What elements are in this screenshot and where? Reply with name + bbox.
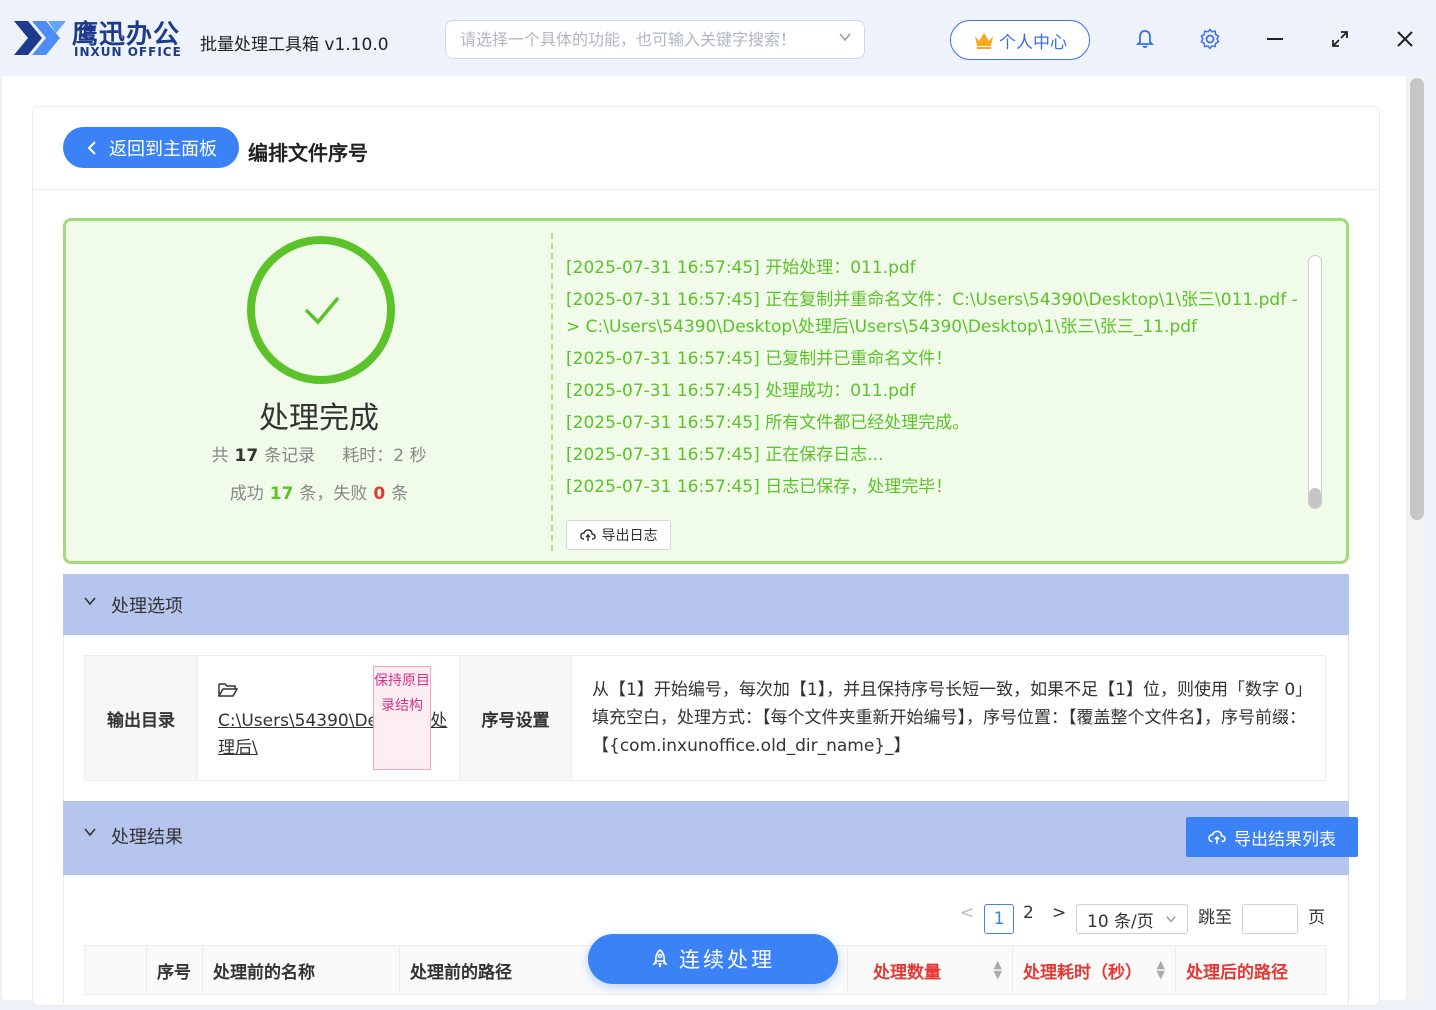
seq-setting-key: 序号设置 <box>460 656 572 780</box>
total-prefix: 共 <box>211 446 229 466</box>
header-divider <box>33 189 1379 190</box>
sort-icon[interactable]: ▲ ▼ <box>994 959 1002 980</box>
crown-icon <box>975 33 993 49</box>
minimize-icon[interactable] <box>1262 26 1288 52</box>
search-box[interactable] <box>445 20 865 59</box>
log-line: [2025-07-31 16:57:45] 所有文件都已经处理完成。 <box>566 413 970 433</box>
success-check-icon <box>247 236 395 384</box>
chevron-down-icon <box>1166 916 1176 923</box>
rocket-icon <box>652 949 668 968</box>
page-title: 编排文件序号 <box>248 141 368 165</box>
log-scrollbar-thumb[interactable] <box>1309 488 1321 508</box>
folder-open-icon <box>218 683 238 697</box>
window-scrollbar-thumb[interactable] <box>1410 78 1424 520</box>
column-header-sortable[interactable]: 处理数量 ▲ ▼ <box>863 946 1013 994</box>
gear-icon[interactable] <box>1197 26 1223 52</box>
success-prefix: 成功 <box>229 484 264 504</box>
options-section-label: 处理选项 <box>111 596 183 617</box>
options-section-header[interactable]: 处理选项 <box>63 574 1349 635</box>
sort-icon[interactable]: ▲ ▼ <box>1157 959 1165 980</box>
results-section-header[interactable]: 处理结果 导出结果列表 <box>63 801 1358 875</box>
back-to-dashboard-button[interactable]: 返回到主面板 <box>63 127 239 168</box>
brand-name-en: INXUN OFFICE <box>74 45 182 59</box>
jump-page-input[interactable] <box>1242 904 1298 934</box>
content-card: 返回到主面板 编排文件序号 处理完成 共 17 条记录 耗时：2 秒 成功 17 条，失… <box>32 106 1380 1006</box>
column-header-sortable[interactable]: 处理耗时（秒） ▲ ▼ <box>1013 946 1176 994</box>
chevron-left-icon <box>87 140 96 155</box>
status-panel: 处理完成 共 17 条记录 耗时：2 秒 成功 17 条，失败 0 条 [2025-07-3… <box>63 218 1349 564</box>
options-table: 输出目录 C:\Users\54390\Desktop\处理后\ 保持原目录结构… <box>84 655 1326 781</box>
log-line: [2025-07-31 16:57:45] 已复制并已重命名文件！ <box>566 349 953 369</box>
app-title: 批量处理工具箱 v1.10.0 <box>200 35 389 55</box>
output-dir-cell: C:\Users\54390\Desktop\处理后\ 保持原目录结构 <box>198 656 460 780</box>
seq-setting-cell: 从【1】开始编号，每次加【1】，并且保持序号长短一致，如果不足【1】位，则使用「… <box>572 656 1325 780</box>
chevron-down-icon[interactable] <box>83 594 97 608</box>
page-unit: 页 <box>1308 908 1325 928</box>
continue-label: 连续处理 <box>679 948 775 972</box>
page-size-value: 10 条/页 <box>1087 911 1154 932</box>
elapsed-time: 耗时：2 秒 <box>342 446 427 466</box>
cloud-upload-icon <box>579 529 596 541</box>
next-page-icon[interactable]: > <box>1052 903 1066 923</box>
cloud-upload-icon <box>1208 830 1226 844</box>
title-bar: 鹰迅办公 INXUN OFFICE 批量处理工具箱 v1.10.0 个人中心 <box>0 0 1436 76</box>
export-log-button[interactable]: 导出日志 <box>566 520 671 550</box>
output-dir-link[interactable]: C:\Users\54390\Desktop\处理后\ <box>218 708 447 762</box>
continue-processing-button[interactable]: 连续处理 <box>588 934 838 984</box>
results-section-label: 处理结果 <box>111 827 183 848</box>
back-label: 返回到主面板 <box>109 138 217 160</box>
log-line: [2025-07-31 16:57:45] 正在保存日志... <box>566 445 884 465</box>
log-scrollbar[interactable] <box>1308 255 1322 509</box>
main-panel: 返回到主面板 编排文件序号 处理完成 共 17 条记录 耗时：2 秒 成功 17 条，失… <box>2 76 1406 1006</box>
success-count: 17 <box>269 484 294 504</box>
user-center-label: 个人中心 <box>999 32 1067 53</box>
page-1[interactable]: 1 <box>984 904 1014 934</box>
maximize-icon[interactable] <box>1327 26 1353 52</box>
user-center-button[interactable]: 个人中心 <box>950 20 1090 60</box>
log-line: [2025-07-31 16:57:45] 正在复制并重命名文件：C:\User… <box>566 290 1298 337</box>
search-input[interactable] <box>446 21 816 58</box>
inxun-logo-icon <box>14 21 66 55</box>
fail-suffix: 条 <box>391 484 409 504</box>
log-line: [2025-07-31 16:57:45] 日志已保存，处理完毕！ <box>566 477 953 497</box>
status-title: 处理完成 <box>259 401 379 436</box>
seq-setting-desc: 从【1】开始编号，每次加【1】，并且保持序号长短一致，如果不足【1】位，则使用「… <box>592 680 1306 756</box>
column-header: 处理前的名称 <box>203 946 400 994</box>
column-header-label: 处理数量 <box>873 962 941 983</box>
bell-icon[interactable] <box>1132 26 1158 52</box>
column-header: 序号 <box>147 946 203 994</box>
export-results-label: 导出结果列表 <box>1234 829 1336 850</box>
record-stats: 共 17 条记录 耗时：2 秒 <box>66 441 572 466</box>
keep-structure-tag: 保持原目录结构 <box>373 666 431 770</box>
jump-label: 跳至 <box>1198 908 1232 928</box>
fail-count: 0 <box>373 484 386 504</box>
export-log-label: 导出日志 <box>601 528 658 544</box>
output-dir-key: 输出目录 <box>85 656 198 780</box>
status-divider <box>551 233 553 551</box>
prev-page-icon[interactable]: < <box>960 903 974 923</box>
total-suffix: 条记录 <box>264 446 316 466</box>
chevron-down-icon[interactable] <box>83 825 97 839</box>
log-line: [2025-07-31 16:57:45] 开始处理：011.pdf <box>566 258 916 278</box>
export-results-button[interactable]: 导出结果列表 <box>1186 817 1358 857</box>
result-stats: 成功 17 条，失败 0 条 <box>66 479 572 504</box>
page-size-select[interactable]: 10 条/页 <box>1076 904 1188 934</box>
select-column <box>85 946 147 994</box>
chevron-down-icon[interactable] <box>838 29 852 48</box>
column-header: 处理后的路径 <box>1186 962 1288 983</box>
total-count: 17 <box>234 446 259 466</box>
log-output: [2025-07-31 16:57:45] 开始处理：011.pdf [2025… <box>566 255 1306 506</box>
close-icon[interactable] <box>1392 26 1418 52</box>
log-line: [2025-07-31 16:57:45] 处理成功：011.pdf <box>566 381 916 401</box>
options-section-body: 输出目录 C:\Users\54390\Desktop\处理后\ 保持原目录结构… <box>63 635 1349 801</box>
page-2[interactable]: 2 <box>1023 903 1034 923</box>
success-suffix: 条，失败 <box>299 484 368 504</box>
column-header-label: 处理耗时（秒） <box>1023 962 1142 983</box>
